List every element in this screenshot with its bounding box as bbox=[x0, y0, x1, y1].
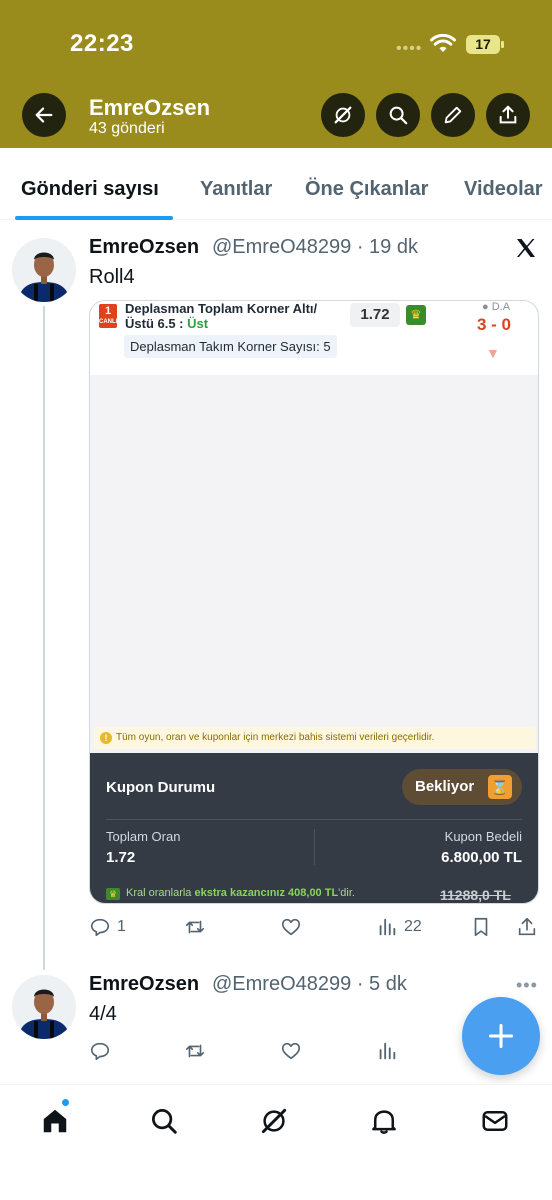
x-logo-icon bbox=[517, 239, 535, 257]
stake-label: Kupon Bedeli bbox=[444, 829, 522, 844]
tweet-text: 4/4 bbox=[89, 1003, 117, 1025]
bet-title: Deplasman Toplam Korner Altı/ Üstü 6.5 :… bbox=[125, 301, 318, 331]
thread-line bbox=[43, 306, 45, 970]
bar-chart-icon bbox=[379, 1042, 396, 1060]
divider bbox=[106, 819, 522, 820]
share-icon bbox=[518, 917, 536, 936]
like-button[interactable] bbox=[280, 1040, 302, 1062]
total-odds-label: Toplam Oran bbox=[106, 829, 181, 844]
tab-posts[interactable]: Gönderi sayısı bbox=[21, 178, 159, 201]
bet-sub-line: Deplasman Takım Korner Sayısı: 5 bbox=[124, 335, 337, 358]
coupon-summary: Kupon Durumu Bekliyor ⌛ Toplam Oran 1.72… bbox=[90, 753, 538, 903]
nav-home[interactable] bbox=[38, 1104, 72, 1138]
home-icon bbox=[43, 1109, 67, 1133]
notice-banner: ! Tüm oyun, oran ve kuponlar için merkez… bbox=[94, 727, 536, 749]
nav-grok[interactable] bbox=[257, 1104, 291, 1138]
tweet-author-name[interactable]: EmreOzsen bbox=[89, 236, 199, 259]
bar-chart-icon bbox=[379, 918, 396, 936]
coupon-status-label: Kupon Durumu bbox=[106, 779, 216, 796]
stake-value: 6.800,00 TL bbox=[441, 849, 522, 866]
retweet-button[interactable] bbox=[184, 916, 206, 938]
reply-icon bbox=[90, 1042, 110, 1061]
match-status: ● D.A bbox=[482, 301, 511, 313]
share-button[interactable] bbox=[486, 93, 530, 137]
live-badge: 1 CANLI bbox=[99, 304, 117, 328]
bet-selection: Üst bbox=[187, 316, 209, 331]
old-payout: 11288,0 TL bbox=[440, 887, 511, 903]
bookmark-icon bbox=[474, 917, 488, 937]
pencil-icon bbox=[444, 106, 462, 124]
avatar-image bbox=[12, 238, 76, 302]
nav-notifications[interactable] bbox=[367, 1104, 401, 1138]
mail-icon bbox=[482, 1111, 508, 1131]
tweet-author-name[interactable]: EmreOzsen bbox=[89, 973, 199, 996]
share-tweet-button[interactable] bbox=[516, 916, 538, 938]
bookmark-button[interactable] bbox=[470, 916, 492, 938]
status-time: 22:23 bbox=[70, 30, 134, 57]
crown-icon: ♛ bbox=[106, 888, 120, 900]
nav-search[interactable] bbox=[147, 1104, 181, 1138]
views-button[interactable]: 22 bbox=[376, 916, 422, 938]
bottom-nav bbox=[0, 1084, 552, 1200]
coupon-status-badge: Bekliyor ⌛ bbox=[402, 769, 522, 805]
search-icon bbox=[389, 106, 408, 125]
edit-button[interactable] bbox=[431, 93, 475, 137]
heart-icon bbox=[281, 918, 301, 936]
bonus-text: ♛ Kral oranlarla ekstra kazancınız 408,00… bbox=[106, 887, 355, 900]
tweet-meta: @EmreO48299 · 19 dk bbox=[212, 236, 418, 258]
battery-indicator: 17 bbox=[466, 35, 504, 54]
tab-indicator bbox=[15, 216, 173, 220]
plus-icon bbox=[488, 1023, 514, 1049]
tab-videos[interactable]: Videolar bbox=[464, 178, 543, 201]
avatar[interactable] bbox=[12, 238, 76, 302]
nav-messages[interactable] bbox=[478, 1104, 512, 1138]
bet-odds: 1.72 bbox=[350, 303, 400, 327]
heart-icon bbox=[281, 1042, 301, 1060]
reply-count: 1 bbox=[117, 918, 126, 935]
tab-highlights[interactable]: Öne Çıkanlar bbox=[305, 178, 428, 201]
tab-replies[interactable]: Yanıtlar bbox=[200, 178, 272, 201]
arrow-left-icon bbox=[35, 107, 53, 123]
retweet-button[interactable] bbox=[184, 1040, 206, 1062]
profile-header: 22:23 •••• 17 EmreOzsen 43 gönderi bbox=[0, 0, 552, 148]
info-icon: ! bbox=[100, 732, 112, 744]
tweet-image[interactable]: 1 CANLI Deplasman Toplam Korner Altı/ Üst… bbox=[89, 300, 539, 904]
views-button[interactable] bbox=[376, 1040, 398, 1062]
header-title: EmreOzsen bbox=[89, 95, 211, 120]
like-button[interactable] bbox=[280, 916, 302, 938]
grok-button[interactable] bbox=[321, 93, 365, 137]
signal-icon: •••• bbox=[396, 40, 423, 57]
bet-row: 1 CANLI Deplasman Toplam Korner Altı/ Üst… bbox=[90, 301, 538, 375]
views-count: 22 bbox=[404, 918, 422, 935]
new-posts-dot bbox=[61, 1098, 70, 1107]
retweet-icon bbox=[185, 1044, 205, 1058]
bell-icon bbox=[372, 1110, 396, 1134]
match-score: 3 - 0 bbox=[477, 315, 512, 334]
avatar-image bbox=[12, 975, 76, 1039]
divider bbox=[314, 829, 315, 865]
search-button[interactable] bbox=[376, 93, 420, 137]
retweet-icon bbox=[185, 920, 205, 934]
total-odds-value: 1.72 bbox=[106, 849, 136, 866]
reply-button[interactable]: 1 bbox=[89, 916, 126, 938]
reply-button[interactable] bbox=[89, 1040, 111, 1062]
share-icon bbox=[499, 105, 517, 124]
grok-icon bbox=[334, 106, 352, 124]
tweet-text: Roll4 bbox=[89, 266, 135, 288]
profile-tabs: Gönderi sayısı Yanıtlar Öne Çıkanlar Vid… bbox=[0, 166, 552, 220]
back-button[interactable] bbox=[22, 93, 66, 137]
search-icon bbox=[152, 1109, 177, 1134]
wifi-icon bbox=[430, 34, 456, 52]
crown-icon: ♛ bbox=[406, 305, 426, 325]
compose-button[interactable] bbox=[462, 997, 540, 1075]
grok-icon bbox=[261, 1108, 287, 1134]
reply-icon bbox=[90, 918, 110, 937]
more-icon[interactable]: ••• bbox=[516, 975, 538, 996]
header-post-count: 43 gönderi bbox=[89, 120, 165, 137]
avatar[interactable] bbox=[12, 975, 76, 1039]
tweet-meta: @EmreO48299 · 5 dk bbox=[212, 973, 407, 995]
hourglass-icon: ⌛ bbox=[488, 775, 512, 799]
thumb-down-icon: ▼ bbox=[486, 345, 500, 361]
